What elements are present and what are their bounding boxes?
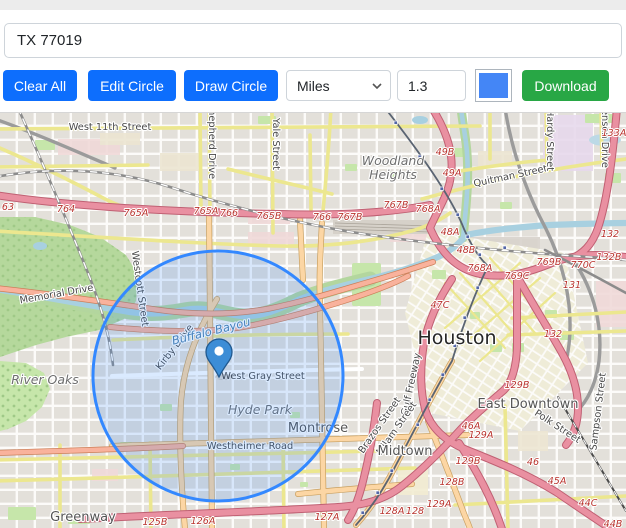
download-button[interactable]: Download <box>522 70 609 101</box>
route-shield-label: 48B <box>457 245 476 256</box>
route-shield-label: 127A <box>315 512 340 523</box>
route-shield-label: 766 <box>220 208 238 219</box>
draw-circle-button[interactable]: Draw Circle <box>184 70 278 101</box>
route-shield-label: 132B <box>597 252 622 263</box>
route-shield-label: 44B <box>604 519 623 528</box>
route-shield-label: 765A <box>124 208 149 219</box>
top-strip <box>0 0 626 10</box>
street-label: Jensen Drive <box>599 113 610 168</box>
map-canvas[interactable]: West 11th Street Shepherd Drive Yale Stree… <box>0 113 626 528</box>
map-container[interactable]: West 11th Street Shepherd Drive Yale Stree… <box>0 112 626 528</box>
edit-circle-button[interactable]: Edit Circle <box>88 70 176 101</box>
search-row <box>0 10 626 58</box>
route-shield-label: 47C <box>431 300 450 311</box>
toolbar: Clear All Edit Circle Draw Circle Miles … <box>3 70 626 101</box>
radius-input[interactable] <box>397 70 466 101</box>
color-swatch[interactable] <box>475 69 512 102</box>
route-shield-label: 770C <box>570 260 595 271</box>
route-shield-label: 765A <box>194 206 219 217</box>
route-shield-label: 764 <box>57 204 75 215</box>
unit-select-wrap: Miles <box>286 70 391 101</box>
route-shield-label: 129A <box>427 499 452 510</box>
route-shield-label: 132 <box>601 229 619 240</box>
route-shield-label: 128B <box>440 477 465 488</box>
place-label: Greenway <box>50 510 116 525</box>
route-shield-label: 132 <box>544 329 562 340</box>
route-shield-label: 46 <box>527 457 539 468</box>
route-shield-label: 125B <box>143 517 168 528</box>
search-input[interactable] <box>4 23 622 58</box>
place-label: Midtown <box>377 444 432 459</box>
route-shield-label: 49B <box>436 147 455 158</box>
swatch-color-fill <box>479 73 508 98</box>
route-shield-label: 767B <box>384 200 409 211</box>
street-label: Shepherd Drive <box>206 113 217 179</box>
place-label: Woodland <box>362 153 425 168</box>
street-label: Yale Street <box>270 117 281 170</box>
unit-select[interactable]: Miles <box>286 70 391 101</box>
route-shield-label: 128A <box>380 506 405 517</box>
route-shield-label: 765B <box>257 211 282 222</box>
route-shield-label: 129B <box>456 456 481 467</box>
route-shield-label: 769B <box>537 257 562 268</box>
route-shield-label: 768A <box>468 263 493 274</box>
route-shield-label: 45A <box>548 476 567 487</box>
app-window: Clear All Edit Circle Draw Circle Miles … <box>0 0 626 528</box>
place-label: River Oaks <box>11 372 79 387</box>
route-shield-label: 128 <box>406 506 424 517</box>
route-shield-label: 766 <box>313 212 331 223</box>
route-shield-label: 126A <box>191 516 216 527</box>
street-label: West 11th Street <box>69 122 152 133</box>
route-shield-label: 48A <box>441 227 460 238</box>
route-shield-label: 44C <box>579 498 598 509</box>
route-shield-label: 129B <box>505 380 530 391</box>
route-shield-label: 767B <box>338 212 363 223</box>
route-shield-label: 129A <box>469 430 494 441</box>
route-shield-label: 131 <box>563 280 581 291</box>
street-label: Hardy Street <box>544 113 555 171</box>
route-shield-label: 49A <box>443 168 462 179</box>
route-shield-label: 769C <box>504 271 529 282</box>
clear-all-button[interactable]: Clear All <box>3 70 77 101</box>
place-label: Heights <box>369 167 417 182</box>
place-label: East Downtown <box>478 397 579 412</box>
route-shield-label: 133A <box>602 128 626 139</box>
route-shield-label: 63 <box>2 202 14 213</box>
route-shield-label: 768A <box>416 204 441 215</box>
place-label: Houston <box>418 327 497 349</box>
